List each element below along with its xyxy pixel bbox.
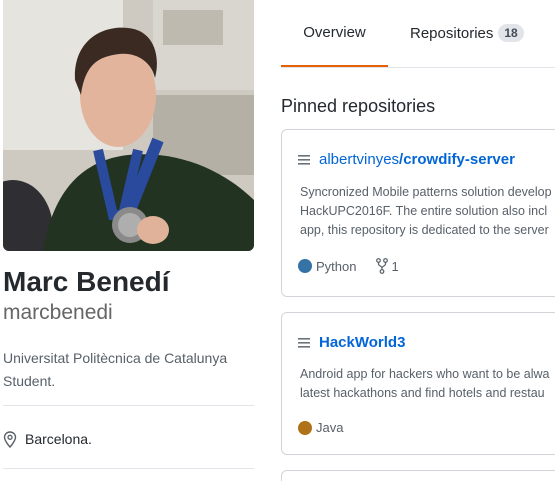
repo-description-line: HackUPC2016F. The entire solution also i… <box>300 204 548 218</box>
repo-owner[interactable]: albertvinyes <box>319 151 399 168</box>
repo-name[interactable]: crowdify-server <box>403 151 515 168</box>
profile-location: Barcelona. <box>3 428 92 450</box>
avatar[interactable] <box>3 0 254 251</box>
fork-icon <box>376 258 389 274</box>
pinned-repo-card <box>281 470 555 481</box>
fork-count: 1 <box>391 258 399 274</box>
divider <box>3 468 254 469</box>
profile-username: marcbenedi <box>3 301 113 324</box>
tab-overview[interactable]: Overview <box>281 0 388 67</box>
repo-link[interactable]: HackWorld3 <box>298 334 405 351</box>
location-pin-icon <box>3 430 17 448</box>
pinned-repo-card: HackWorld3 Android app for hackers who w… <box>281 312 555 455</box>
repo-description-line: Android app for hackers who want to be a… <box>300 367 550 381</box>
repo-link[interactable]: albertvinyes / crowdify-server <box>298 151 515 168</box>
tab-repositories[interactable]: Repositories 18 <box>410 0 524 66</box>
tab-overview-label: Overview <box>303 24 366 41</box>
drag-handle-icon[interactable] <box>298 154 310 165</box>
repo-language: Java <box>316 420 344 435</box>
drag-handle-icon[interactable] <box>298 337 310 348</box>
repo-meta: Java <box>298 420 343 435</box>
language-color-dot <box>298 420 312 435</box>
tab-repositories-label: Repositories <box>410 24 494 42</box>
repo-language: Python <box>316 258 357 274</box>
repo-name[interactable]: HackWorld3 <box>319 334 405 351</box>
repo-meta: Python 1 <box>298 258 399 274</box>
profile-full-name: Marc Benedí <box>3 266 170 297</box>
repo-description-line: app, this repository is dedicated to the… <box>300 223 549 237</box>
divider <box>3 405 254 406</box>
avatar-photo <box>3 0 254 251</box>
pinned-repo-card: albertvinyes / crowdify-server Syncronized… <box>281 129 555 297</box>
location-label: Barcelona. <box>25 431 92 447</box>
language-color-dot <box>298 259 312 273</box>
profile-tabs: Overview Repositories 18 <box>281 0 555 68</box>
repo-forks[interactable]: 1 <box>376 258 399 274</box>
pinned-repositories-heading: Pinned repositories <box>281 96 436 116</box>
repo-description-line: Syncronized Mobile patterns solution dev… <box>300 185 552 199</box>
repo-description-line: latest hackathons and find hotels and re… <box>300 386 545 400</box>
profile-bio: Universitat Politècnica de Catalunya Stu… <box>3 350 228 389</box>
repositories-count-badge: 18 <box>498 24 524 42</box>
